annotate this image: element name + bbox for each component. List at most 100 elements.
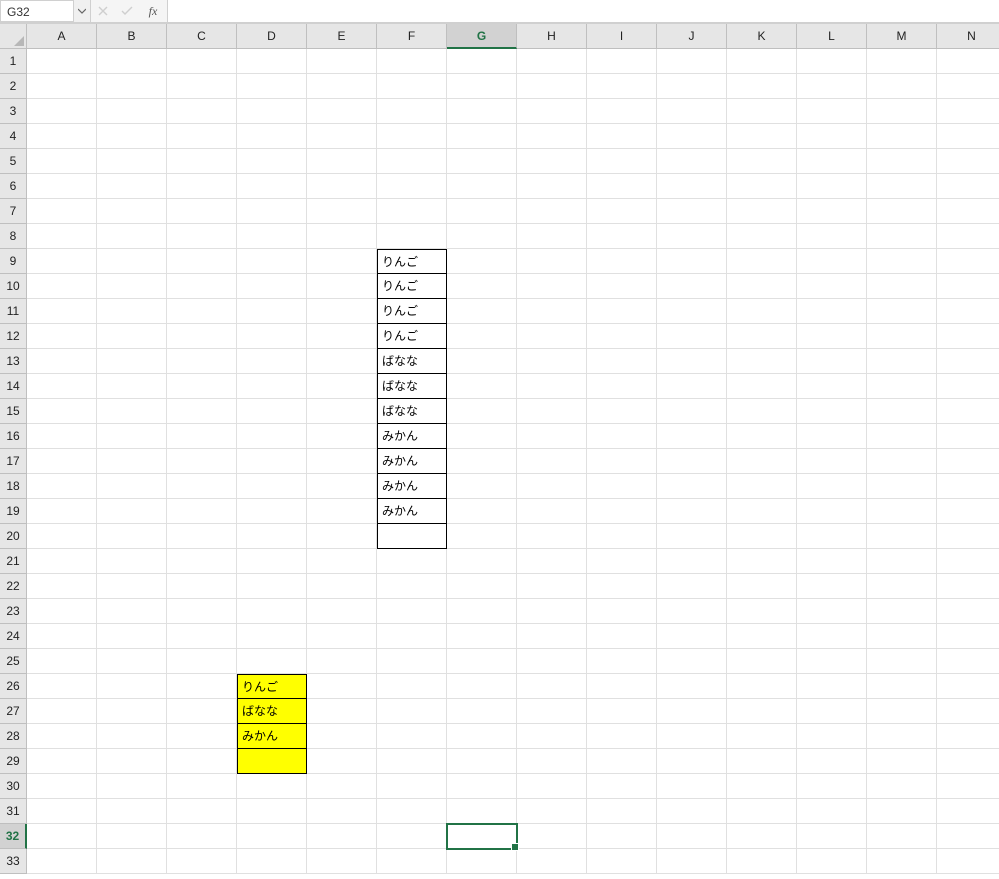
row-header-7[interactable]: 7 bbox=[0, 199, 27, 224]
cell-G7[interactable] bbox=[447, 199, 517, 224]
cell-L23[interactable] bbox=[797, 599, 867, 624]
cell-M11[interactable] bbox=[867, 299, 937, 324]
cell-E6[interactable] bbox=[307, 174, 377, 199]
cell-A27[interactable] bbox=[27, 699, 97, 724]
cell-B13[interactable] bbox=[97, 349, 167, 374]
cell-G20[interactable] bbox=[447, 524, 517, 549]
cell-J4[interactable] bbox=[657, 124, 727, 149]
cell-C18[interactable] bbox=[167, 474, 237, 499]
cell-D27[interactable]: ばなな bbox=[237, 699, 307, 724]
cell-F10[interactable]: りんご bbox=[377, 274, 447, 299]
cell-A16[interactable] bbox=[27, 424, 97, 449]
cell-G24[interactable] bbox=[447, 624, 517, 649]
cell-J21[interactable] bbox=[657, 549, 727, 574]
cell-B12[interactable] bbox=[97, 324, 167, 349]
cell-B22[interactable] bbox=[97, 574, 167, 599]
cell-H9[interactable] bbox=[517, 249, 587, 274]
cell-M21[interactable] bbox=[867, 549, 937, 574]
cell-J3[interactable] bbox=[657, 99, 727, 124]
cell-A24[interactable] bbox=[27, 624, 97, 649]
cell-K12[interactable] bbox=[727, 324, 797, 349]
cell-N7[interactable] bbox=[937, 199, 999, 224]
cell-L16[interactable] bbox=[797, 424, 867, 449]
row-header-9[interactable]: 9 bbox=[0, 249, 27, 274]
cell-N18[interactable] bbox=[937, 474, 999, 499]
cell-D25[interactable] bbox=[237, 649, 307, 674]
cell-N32[interactable] bbox=[937, 824, 999, 849]
cell-K15[interactable] bbox=[727, 399, 797, 424]
cell-K10[interactable] bbox=[727, 274, 797, 299]
cell-I1[interactable] bbox=[587, 49, 657, 74]
cell-H11[interactable] bbox=[517, 299, 587, 324]
cell-E4[interactable] bbox=[307, 124, 377, 149]
cell-I11[interactable] bbox=[587, 299, 657, 324]
cell-B27[interactable] bbox=[97, 699, 167, 724]
cell-D14[interactable] bbox=[237, 374, 307, 399]
cell-L20[interactable] bbox=[797, 524, 867, 549]
cell-D8[interactable] bbox=[237, 224, 307, 249]
cell-K30[interactable] bbox=[727, 774, 797, 799]
cell-M29[interactable] bbox=[867, 749, 937, 774]
cell-L21[interactable] bbox=[797, 549, 867, 574]
cell-C28[interactable] bbox=[167, 724, 237, 749]
cell-I7[interactable] bbox=[587, 199, 657, 224]
cell-N21[interactable] bbox=[937, 549, 999, 574]
cell-C30[interactable] bbox=[167, 774, 237, 799]
cell-M18[interactable] bbox=[867, 474, 937, 499]
cell-H27[interactable] bbox=[517, 699, 587, 724]
cell-H10[interactable] bbox=[517, 274, 587, 299]
cell-N4[interactable] bbox=[937, 124, 999, 149]
spreadsheet-grid[interactable]: ABCDEFGHIJKLMN123456789りんご10りんご11りんご12りん… bbox=[0, 23, 999, 874]
cell-M3[interactable] bbox=[867, 99, 937, 124]
cell-E13[interactable] bbox=[307, 349, 377, 374]
cell-H26[interactable] bbox=[517, 674, 587, 699]
cell-J7[interactable] bbox=[657, 199, 727, 224]
cell-D15[interactable] bbox=[237, 399, 307, 424]
cell-H21[interactable] bbox=[517, 549, 587, 574]
cell-E15[interactable] bbox=[307, 399, 377, 424]
cell-H14[interactable] bbox=[517, 374, 587, 399]
cell-C2[interactable] bbox=[167, 74, 237, 99]
cell-A26[interactable] bbox=[27, 674, 97, 699]
cell-J24[interactable] bbox=[657, 624, 727, 649]
cell-F32[interactable] bbox=[377, 824, 447, 849]
cell-D12[interactable] bbox=[237, 324, 307, 349]
cell-B18[interactable] bbox=[97, 474, 167, 499]
cell-K21[interactable] bbox=[727, 549, 797, 574]
cell-B30[interactable] bbox=[97, 774, 167, 799]
cell-D33[interactable] bbox=[237, 849, 307, 874]
cell-B33[interactable] bbox=[97, 849, 167, 874]
cell-G32[interactable] bbox=[447, 824, 517, 849]
cell-E1[interactable] bbox=[307, 49, 377, 74]
cell-I3[interactable] bbox=[587, 99, 657, 124]
col-header-N[interactable]: N bbox=[937, 24, 999, 49]
cell-J15[interactable] bbox=[657, 399, 727, 424]
cell-E32[interactable] bbox=[307, 824, 377, 849]
cell-M7[interactable] bbox=[867, 199, 937, 224]
cell-B9[interactable] bbox=[97, 249, 167, 274]
cell-L4[interactable] bbox=[797, 124, 867, 149]
cell-N17[interactable] bbox=[937, 449, 999, 474]
cell-A21[interactable] bbox=[27, 549, 97, 574]
cell-C13[interactable] bbox=[167, 349, 237, 374]
cell-J12[interactable] bbox=[657, 324, 727, 349]
cell-K29[interactable] bbox=[727, 749, 797, 774]
cell-F28[interactable] bbox=[377, 724, 447, 749]
cell-H13[interactable] bbox=[517, 349, 587, 374]
cell-D6[interactable] bbox=[237, 174, 307, 199]
cell-B15[interactable] bbox=[97, 399, 167, 424]
cell-B7[interactable] bbox=[97, 199, 167, 224]
cell-F16[interactable]: みかん bbox=[377, 424, 447, 449]
cell-F24[interactable] bbox=[377, 624, 447, 649]
cell-H31[interactable] bbox=[517, 799, 587, 824]
cell-A32[interactable] bbox=[27, 824, 97, 849]
cell-C32[interactable] bbox=[167, 824, 237, 849]
cell-G10[interactable] bbox=[447, 274, 517, 299]
cell-D9[interactable] bbox=[237, 249, 307, 274]
cell-C12[interactable] bbox=[167, 324, 237, 349]
cell-C27[interactable] bbox=[167, 699, 237, 724]
cell-N5[interactable] bbox=[937, 149, 999, 174]
cell-H32[interactable] bbox=[517, 824, 587, 849]
cell-G6[interactable] bbox=[447, 174, 517, 199]
cell-C21[interactable] bbox=[167, 549, 237, 574]
